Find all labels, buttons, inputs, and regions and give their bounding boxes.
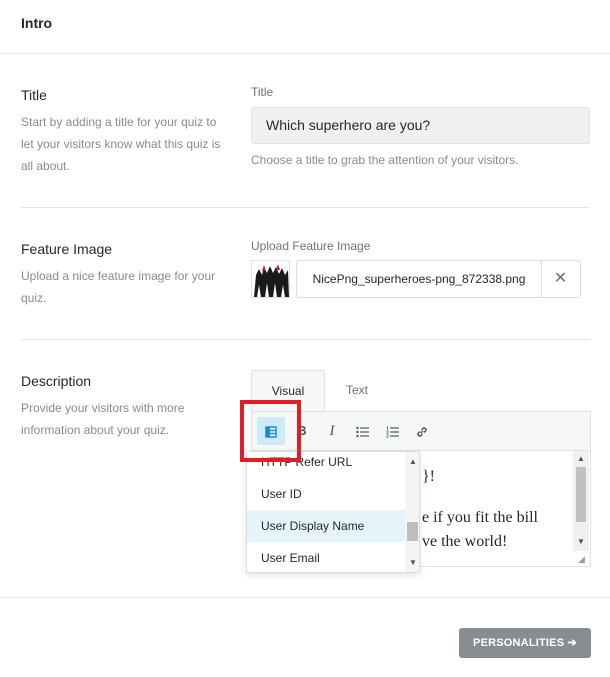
link-button[interactable]	[408, 417, 436, 445]
editor-toolbar: B I	[251, 411, 591, 451]
dropdown-item-user-display-name[interactable]: User Display Name	[247, 510, 405, 542]
italic-button[interactable]: I	[318, 417, 346, 445]
upload-field-label: Upload Feature Image	[251, 239, 371, 253]
section-divider	[21, 207, 590, 208]
section-divider	[21, 339, 590, 340]
dropdown-scrollbar[interactable]: ▲ ▼	[405, 452, 419, 572]
numbered-list-button[interactable]	[378, 417, 406, 445]
title-section-heading: Title	[21, 87, 47, 103]
link-icon	[417, 426, 427, 437]
quiz-title-input[interactable]: Which superhero are you?	[251, 107, 590, 144]
page-title: Intro	[21, 15, 53, 31]
feature-section-description: Upload a nice feature image for your qui…	[21, 269, 216, 305]
scroll-down-icon: ▼	[409, 558, 417, 567]
dropdown-scroll-thumb[interactable]	[407, 522, 418, 541]
dropdown-item-user-email[interactable]: User Email	[247, 542, 405, 572]
scroll-up-icon: ▲	[409, 457, 417, 466]
editor-scrollbar[interactable]: ▲ ▼	[573, 451, 589, 551]
dynamic-field-dropdown: HTTP Refer URL User ID User Display Name…	[246, 451, 420, 573]
scroll-down-icon: ▼	[577, 537, 585, 546]
description-section-heading: Description	[21, 373, 92, 389]
scroll-up-icon: ▲	[577, 454, 585, 463]
editor-scroll-thumb[interactable]	[576, 467, 586, 522]
numbered-list-icon	[386, 426, 399, 438]
intro-header: Intro	[0, 0, 610, 54]
editor-text-line: e if you fit the bill	[422, 509, 538, 526]
resize-handle-icon[interactable]: ◢	[578, 554, 585, 565]
remove-image-button[interactable]: ✕	[541, 260, 581, 298]
feature-section-heading: Feature Image	[21, 241, 113, 257]
next-personalities-button[interactable]: PERSONALITIES ➔	[459, 628, 591, 658]
title-section-description: Start by adding a title for your quiz to…	[21, 115, 221, 173]
editor-text-line: ve the world!	[422, 533, 508, 550]
dropdown-item-user-id[interactable]: User ID	[247, 478, 405, 510]
close-icon: ✕	[553, 270, 568, 287]
title-hint: Choose a title to grab the attention of …	[251, 153, 519, 167]
bullet-list-button[interactable]	[348, 417, 376, 445]
tab-text[interactable]: Text	[326, 370, 388, 412]
bullet-list-icon	[355, 426, 369, 437]
highlight-annotation	[240, 400, 301, 462]
description-section-description: Provide your visitors with more informat…	[21, 401, 185, 437]
title-field-label: Title	[251, 85, 274, 99]
feature-image-thumbnail	[251, 260, 290, 298]
footer-divider	[0, 597, 610, 598]
next-button-label: PERSONALITIES	[473, 637, 565, 649]
uploaded-file-name: NicePng_superheroes-png_872338.png	[296, 260, 542, 298]
editor-text-line: }!	[422, 468, 436, 485]
arrow-right-icon: ➔	[567, 637, 577, 649]
